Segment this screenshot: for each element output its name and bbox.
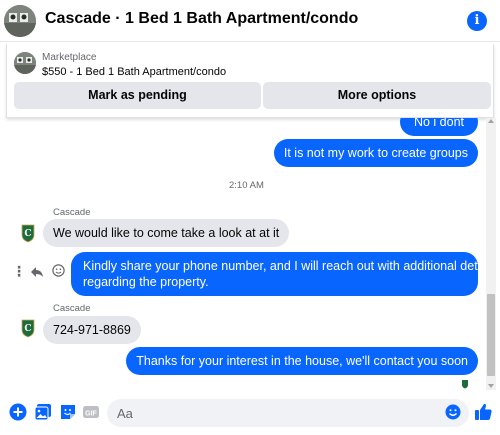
svg-text:C: C: [24, 324, 31, 334]
outgoing-message[interactable]: Thanks for your interest in the house, w…: [126, 347, 478, 375]
photo-icon[interactable]: [34, 403, 52, 421]
scroll-down-arrow-icon[interactable]: [488, 384, 494, 388]
marketplace-listing-card: Marketplace $550 - 1 Bed 1 Bath Apartmen…: [6, 44, 494, 118]
message-text: Thanks for your interest in the house, w…: [136, 354, 468, 368]
more-vertical-icon[interactable]: ⋮: [12, 264, 26, 278]
message-composer: GIF: [0, 392, 500, 435]
incoming-message[interactable]: We would like to come take a look at at …: [43, 219, 290, 247]
message-input[interactable]: [107, 399, 469, 427]
message-text-line: regarding the property.: [83, 275, 209, 289]
svg-text:C: C: [24, 229, 31, 239]
info-icon[interactable]: i: [467, 11, 487, 31]
marketplace-label: Marketplace: [42, 52, 97, 63]
conversation-header: Cascade · 1 Bed 1 Bath Apartment/condo i: [0, 0, 500, 42]
reply-icon[interactable]: [30, 265, 44, 277]
chat-scrollbar[interactable]: [486, 118, 496, 390]
message-timestamp: 2:10 AM: [229, 180, 264, 191]
sender-avatar[interactable]: C: [18, 223, 38, 243]
message-text: We would like to come take a look at at …: [53, 226, 280, 240]
message-text: It is not my work to create groups: [283, 146, 468, 160]
mark-as-pending-button[interactable]: Mark as pending: [14, 82, 261, 109]
message-text: 724-971-8869: [53, 323, 131, 337]
smiley-icon[interactable]: [52, 264, 65, 277]
plus-circle-icon[interactable]: [9, 403, 27, 421]
outgoing-message[interactable]: It is not my work to create groups: [273, 139, 478, 167]
message-text: No i dont: [413, 118, 464, 129]
message-list: No i dont It is not my work to create gr…: [0, 118, 486, 390]
gif-icon[interactable]: GIF: [83, 404, 99, 420]
sticker-icon[interactable]: [59, 403, 77, 421]
sender-name: Cascade: [53, 303, 91, 314]
emoji-icon[interactable]: [445, 404, 461, 420]
scroll-up-arrow-icon[interactable]: [488, 119, 494, 123]
outgoing-message[interactable]: Kindly share your phone number, and I wi…: [71, 252, 486, 296]
scroll-thumb[interactable]: [487, 294, 495, 376]
read-receipt-avatar: [460, 376, 470, 389]
sender-name: Cascade: [53, 207, 91, 218]
message-text-line: Kindly share your phone number, and I wi…: [83, 259, 486, 273]
incoming-message[interactable]: 724-971-8869: [43, 316, 141, 344]
svg-text:GIF: GIF: [85, 411, 97, 418]
conversation-title[interactable]: Cascade · 1 Bed 1 Bath Apartment/condo: [45, 10, 358, 28]
outgoing-message[interactable]: No i dont: [399, 118, 478, 136]
listing-title[interactable]: $550 - 1 Bed 1 Bath Apartment/condo: [42, 66, 226, 78]
sender-avatar[interactable]: C: [18, 318, 38, 338]
more-options-button[interactable]: More options: [263, 82, 491, 109]
thumbs-up-icon[interactable]: [474, 402, 493, 421]
listing-avatar[interactable]: [4, 5, 36, 37]
listing-thumbnail[interactable]: [14, 52, 36, 74]
